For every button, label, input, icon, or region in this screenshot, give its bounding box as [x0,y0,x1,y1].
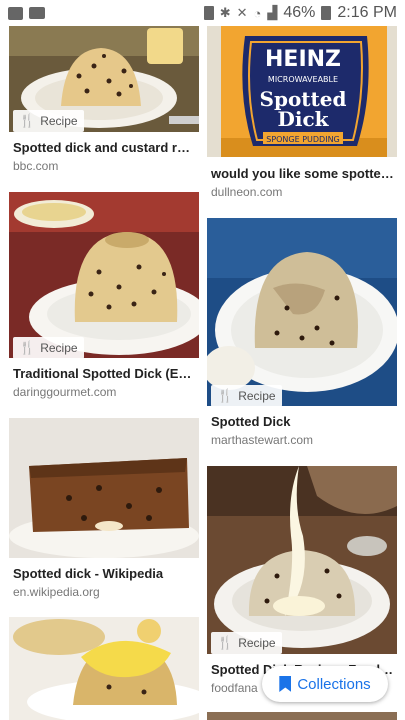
bluetooth-icon: ✱ [219,5,231,20]
result-image[interactable] [9,617,199,720]
collections-label: Collections [297,675,371,693]
mail-notification-icon [29,7,45,19]
collections-button[interactable]: Collections [262,666,388,702]
bookmark-icon [279,676,292,692]
result-card[interactable] [9,0,199,720]
status-bar: ✱ ✕ ◔ ▟ 46% 2:16 PM [0,0,405,26]
status-right: ✱ ✕ ◔ ▟ 46% 2:16 PM [203,4,397,22]
battery-percent: 46% [283,4,316,21]
clock: 2:16 PM [337,4,397,21]
result-card[interactable] [207,0,397,720]
battery-saver-icon [203,6,214,20]
status-left [8,6,45,20]
mute-icon: ✕ [236,5,248,20]
photo-notification-icon [8,6,23,20]
battery-icon [321,6,332,20]
result-image[interactable] [207,712,397,720]
signal-icon: ▟ [267,5,278,20]
wifi-icon: ◔ [253,5,262,21]
